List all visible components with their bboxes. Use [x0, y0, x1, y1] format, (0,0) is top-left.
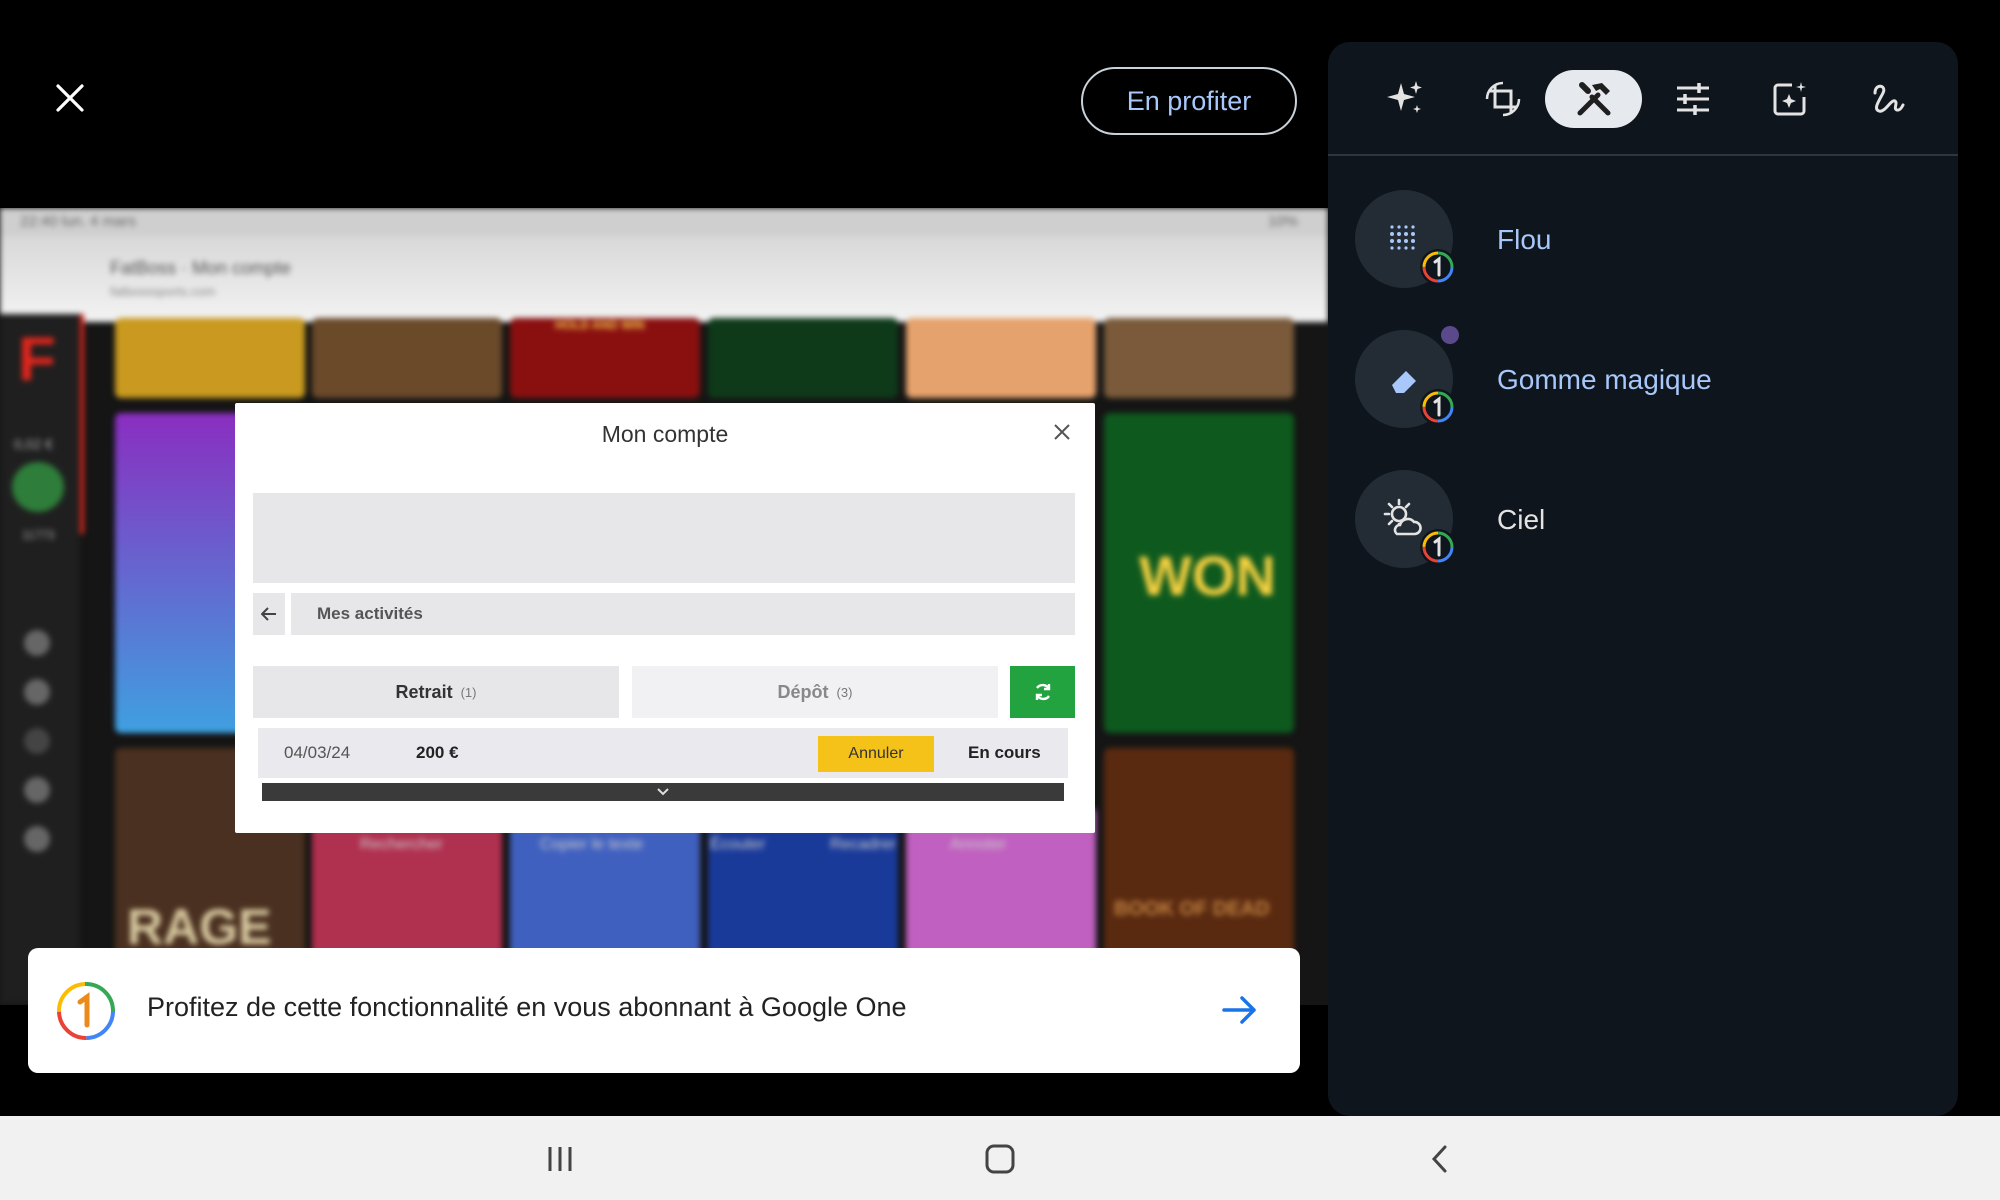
- refresh-icon: [1010, 666, 1075, 718]
- game-tile: WON: [1104, 413, 1294, 733]
- en-profiter-button[interactable]: En profiter: [1081, 67, 1297, 135]
- tool-flou[interactable]: Flou: [1355, 190, 1915, 290]
- google-one-badge-icon: [1420, 249, 1456, 285]
- tool-gomme-magique[interactable]: Gomme magique: [1355, 326, 1915, 430]
- browser-page-title: FatBoss · Mon compte: [110, 258, 292, 278]
- tool-ciel[interactable]: Ciel: [1355, 470, 1915, 570]
- game-tile-label: BOOK OF DEAD: [1114, 898, 1270, 920]
- browser-url-bar: FatBoss · Mon compte fatbosssports.com: [0, 236, 1328, 322]
- tools-icon: [1577, 82, 1610, 116]
- editor-panel: Flou Gomme magique Ciel: [1328, 42, 1958, 1116]
- transaction-row: 04/03/24 200 € Annuler En cours: [258, 728, 1068, 778]
- transaction-date: 04/03/24: [284, 743, 351, 762]
- site-logo: F: [18, 325, 56, 394]
- google-one-badge-icon: [1420, 529, 1456, 565]
- modal-placeholder-block: [253, 493, 1075, 583]
- game-tile: [115, 318, 305, 398]
- back-arrow-icon: [253, 593, 285, 635]
- tool-label: Gomme magique: [1497, 364, 1712, 395]
- game-tile: [1104, 318, 1294, 398]
- new-dot-badge: [1441, 326, 1459, 344]
- wallet-icon: [12, 462, 64, 512]
- site-balance: 0,02 €: [14, 436, 53, 452]
- game-tile: HOLD AND WIN: [510, 318, 700, 398]
- tool-label: Ciel: [1497, 504, 1546, 535]
- banner-text: Profitez de cette fonctionnalité en vous…: [147, 992, 907, 1022]
- breadcrumb: Mes activités: [291, 593, 1075, 635]
- status-time: 22:40 lun. 4 mars: [20, 213, 136, 230]
- game-tile: [906, 318, 1096, 398]
- back-icon: [1431, 1145, 1447, 1173]
- tab-depot: Dépôt (3): [632, 666, 998, 718]
- transaction-status: En cours: [968, 743, 1041, 762]
- google-one-banner[interactable]: Profitez de cette fonctionnalité en vous…: [28, 948, 1300, 1073]
- expander-bar: [262, 783, 1064, 801]
- game-tile-label: HOLD AND WIN: [555, 318, 645, 332]
- google-one-icon: [57, 982, 115, 1040]
- game-tile: [708, 318, 898, 398]
- modal-close-icon: [1047, 417, 1077, 447]
- tab-adjust[interactable]: [1644, 70, 1741, 128]
- scribble-icon: [1873, 84, 1904, 113]
- tab-crop[interactable]: [1454, 70, 1551, 128]
- google-one-badge-icon: [1420, 389, 1456, 425]
- tab-enhance[interactable]: [1356, 70, 1453, 128]
- site-sidebar: F 0,02 € 11773: [0, 314, 80, 1004]
- recents-icon: [548, 1147, 572, 1171]
- recents-button[interactable]: [530, 1134, 590, 1184]
- status-battery: 10%: [1267, 213, 1298, 230]
- annuler-button: Annuler: [818, 736, 934, 772]
- close-icon: [56, 84, 84, 112]
- crop-rotate-icon: [1485, 81, 1520, 117]
- chevron-down-icon: [657, 788, 669, 796]
- sliders-icon: [1676, 83, 1709, 115]
- transaction-amount: 200 €: [416, 743, 459, 762]
- site-counter: 11773: [22, 528, 55, 542]
- home-button[interactable]: [970, 1134, 1030, 1184]
- modal-title: Mon compte: [601, 421, 729, 447]
- close-button[interactable]: [44, 72, 96, 124]
- account-modal: Mon compte Mes activités Retrait (1) Dépô…: [235, 403, 1095, 833]
- status-bar: 22:40 lun. 4 mars 10%: [0, 208, 1328, 236]
- panel-divider: [1328, 154, 1958, 156]
- markup-icon: [1773, 82, 1806, 116]
- tab-tools[interactable]: [1545, 70, 1642, 128]
- arrow-right-icon[interactable]: [1218, 988, 1262, 1032]
- photo-preview: 22:40 lun. 4 mars 10% FatBoss · Mon comp…: [0, 208, 1328, 1005]
- tab-filters[interactable]: [1741, 70, 1838, 128]
- sparkle-icon: [1386, 81, 1422, 113]
- back-button[interactable]: [1410, 1134, 1470, 1184]
- home-icon: [985, 1144, 1015, 1174]
- system-nav-bar: [0, 1116, 2000, 1200]
- tab-retrait: Retrait (1): [253, 666, 619, 718]
- game-tile-label: WON: [1139, 544, 1276, 607]
- tab-markup[interactable]: [1838, 70, 1935, 128]
- browser-page-url: fatbosssports.com: [110, 284, 216, 299]
- game-tile: [312, 318, 502, 398]
- tool-label: Flou: [1497, 224, 1552, 255]
